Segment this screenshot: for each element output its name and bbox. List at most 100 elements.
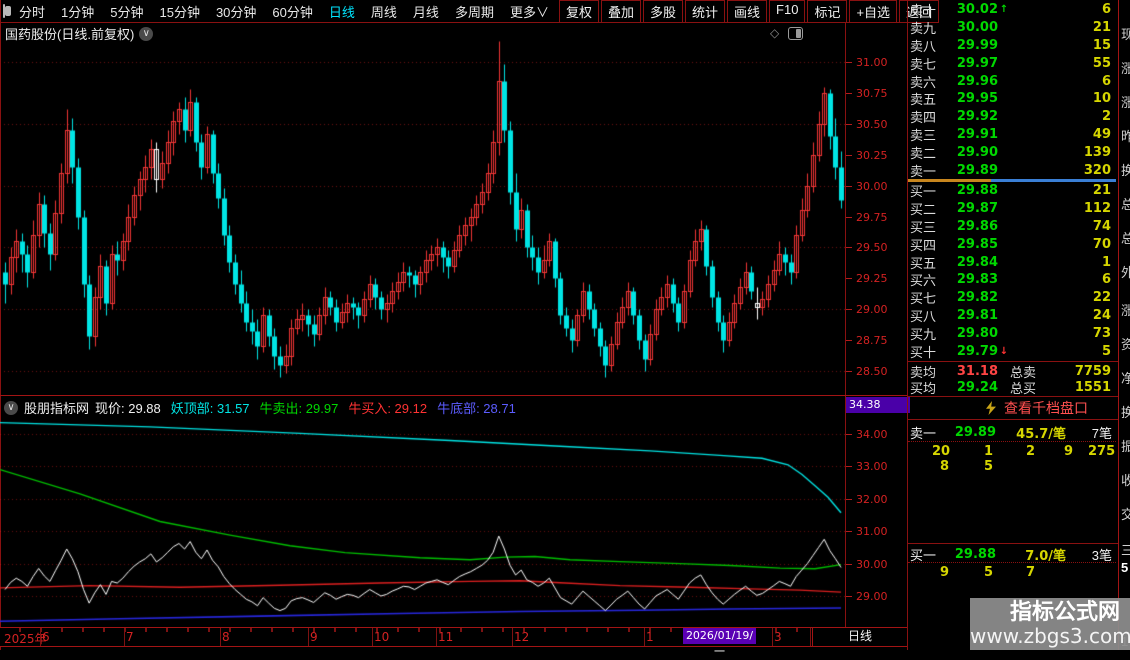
order-volume: 73 <box>1010 326 1116 341</box>
buy1-per-order: 7.0/笔 <box>996 545 1066 564</box>
period-tab-分时[interactable]: 分时 <box>11 2 53 21</box>
window-panel-icon[interactable] <box>3 4 5 18</box>
indicator-tick: 30.00 <box>856 558 888 571</box>
depth-lookup-row[interactable]: 查看千档盘口 <box>908 398 1116 418</box>
period-tab-月线[interactable]: 月线 <box>405 2 447 21</box>
sell-order-row[interactable]: 卖二29.90139 <box>908 143 1116 161</box>
price-tick: 29.75 <box>856 211 888 224</box>
candlestick-chart[interactable] <box>0 22 845 395</box>
price-tick: 29.25 <box>856 272 888 285</box>
order-volume: 21 <box>1010 183 1116 198</box>
period-tab-30分钟[interactable]: 30分钟 <box>208 2 264 21</box>
order-volume: 6 <box>1010 74 1116 89</box>
buy-order-row[interactable]: 买七29.8222 <box>908 289 1116 307</box>
clipped-label: 换 <box>1121 402 1130 421</box>
order-level-label: 卖五 <box>908 89 946 108</box>
indicator-chart[interactable] <box>0 396 845 627</box>
time-label: 1 <box>646 630 654 644</box>
buy-order-row[interactable]: 买四29.8570 <box>908 235 1116 253</box>
order-level-label: 买七 <box>908 288 946 307</box>
sell-order-row[interactable]: 卖七29.9755 <box>908 54 1116 72</box>
time-label: 3 <box>774 630 782 644</box>
order-level-label: 买三 <box>908 217 946 236</box>
price-tick-dash <box>846 186 852 187</box>
app-window: { "toolbar": { "left_items": [ {"label":… <box>0 0 1130 650</box>
month-divider <box>124 628 125 646</box>
sell-order-row[interactable]: 卖三29.9149 <box>908 126 1116 144</box>
period-tab-日线[interactable]: 日线 <box>321 2 363 21</box>
title-chevron-down-icon[interactable]: ∨ <box>139 27 153 41</box>
period-label[interactable]: 日线 <box>812 628 907 646</box>
order-price: 29.88 <box>946 183 998 198</box>
indicator-value: 现价: 29.88 <box>95 398 161 417</box>
sell-order-row[interactable]: 卖八29.9915 <box>908 37 1116 55</box>
period-tab-60分钟[interactable]: 60分钟 <box>264 2 320 21</box>
month-divider <box>220 628 221 646</box>
price-tick-dash <box>846 340 852 341</box>
sell1-dotted-divider <box>908 441 1116 442</box>
order-size: 9 <box>1064 444 1073 459</box>
sell1-per-order: 45.7/笔 <box>996 423 1066 442</box>
toolbar-button-标记[interactable]: 标记 <box>807 0 847 23</box>
diamond-icon[interactable]: ◇ <box>770 26 779 40</box>
period-tab-多周期[interactable]: 多周期 <box>447 2 502 21</box>
order-size: 275 <box>1088 444 1115 459</box>
time-label: 9 <box>310 630 318 644</box>
clipped-label: 涨 <box>1121 300 1130 319</box>
axis-left-border <box>845 22 846 627</box>
time-label: 12 <box>514 630 529 644</box>
period-tab-1分钟[interactable]: 1分钟 <box>53 2 102 21</box>
up-arrow-icon: ↑ <box>998 4 1010 15</box>
buy-order-row[interactable]: 买六29.836 <box>908 271 1116 289</box>
toolbar-button-叠加[interactable]: 叠加 <box>601 0 641 23</box>
period-tab-15分钟[interactable]: 15分钟 <box>151 2 207 21</box>
sell-order-row[interactable]: 卖一29.89320 <box>908 161 1116 179</box>
period-tab-周线[interactable]: 周线 <box>363 2 405 21</box>
indicator-chevron-icon[interactable]: ∨ <box>4 401 18 415</box>
clipped-label: 涨 <box>1121 58 1130 77</box>
order-level-label: 卖七 <box>908 54 946 73</box>
period-tab-更多∨[interactable]: 更多∨ <box>502 2 557 21</box>
buy-order-row[interactable]: 买十29.79↓5 <box>908 342 1116 360</box>
price-tick-dash <box>846 62 852 63</box>
toolbar-button-统计[interactable]: 统计 <box>685 0 725 23</box>
sell-order-row[interactable]: 卖四29.922 <box>908 108 1116 126</box>
time-label: 6 <box>42 630 50 644</box>
order-size: 5 <box>984 459 993 474</box>
buy-order-row[interactable]: 买八29.8124 <box>908 307 1116 325</box>
order-price: 30.00 <box>946 20 998 35</box>
time-label: 10 <box>374 630 389 644</box>
order-volume: 6 <box>1010 2 1116 17</box>
order-size: 8 <box>940 459 949 474</box>
buy-order-row[interactable]: 买九29.8073 <box>908 324 1116 342</box>
buy-order-row[interactable]: 买一29.8821 <box>908 182 1116 200</box>
buy-order-row[interactable]: 买三29.8674 <box>908 218 1116 236</box>
toolbar-button-F10[interactable]: F10 <box>769 0 805 23</box>
indicator-tick-dash <box>846 499 852 500</box>
buy1-dotted-divider <box>908 562 1116 563</box>
buy-order-row[interactable]: 买五29.841 <box>908 253 1116 271</box>
toolbar-button-复权[interactable]: 复权 <box>559 0 599 23</box>
order-size: 5 <box>984 565 993 580</box>
order-price: 29.80 <box>946 326 998 341</box>
toolbar-button-多股[interactable]: 多股 <box>643 0 683 23</box>
sell-order-row[interactable]: 卖九30.0021 <box>908 19 1116 37</box>
sell-order-row[interactable]: 卖五29.9510 <box>908 90 1116 108</box>
toolbar-button-+自选[interactable]: +自选 <box>849 0 897 23</box>
clipped-label: 涨 <box>1121 92 1130 111</box>
clipped-label: 资 <box>1121 334 1130 353</box>
sidebar-toggle-icon[interactable] <box>788 27 803 40</box>
price-tick: 29.50 <box>856 241 888 254</box>
buy1-label: 买一 <box>908 545 944 564</box>
order-price: 29.83 <box>946 272 998 287</box>
price-tick: 30.75 <box>856 87 888 100</box>
sell-order-row[interactable]: 卖十30.02↑6 <box>908 1 1116 19</box>
depth-lookup-link[interactable]: 查看千档盘口 <box>1004 398 1088 418</box>
sell-order-row[interactable]: 卖六29.966 <box>908 72 1116 90</box>
buy-avg-value: 29.24 <box>946 380 998 395</box>
toolbar-button-画线[interactable]: 画线 <box>727 0 767 23</box>
buy-order-row[interactable]: 买二29.87112 <box>908 200 1116 218</box>
price-tick-dash <box>846 124 852 125</box>
indicator-value: 妖顶部: 31.57 <box>171 398 250 417</box>
period-tab-5分钟[interactable]: 5分钟 <box>102 2 151 21</box>
